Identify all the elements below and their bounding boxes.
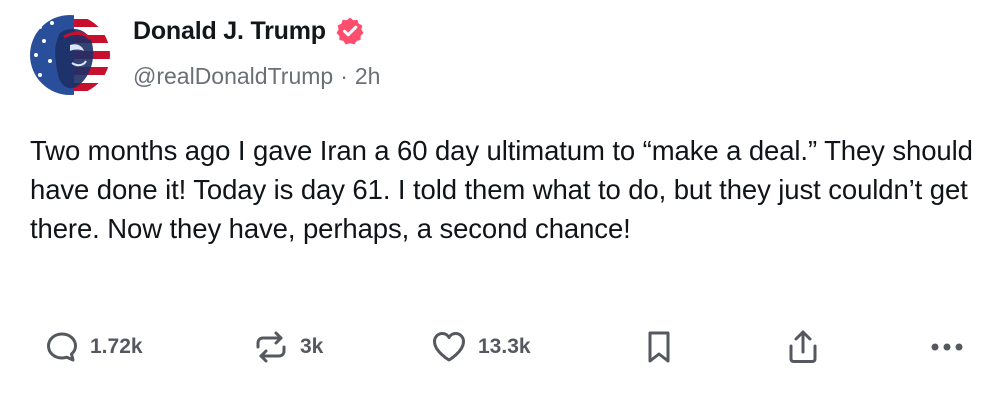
- handle-line: @realDonaldTrump · 2h: [133, 63, 380, 90]
- post-time[interactable]: 2h: [355, 63, 381, 89]
- heart-icon: [433, 332, 465, 362]
- verified-badge-icon: [335, 16, 365, 46]
- reply-bubble-icon: [47, 332, 77, 362]
- more-dots-icon: [931, 343, 963, 351]
- repost-count: 3k: [300, 335, 324, 358]
- bookmark-button[interactable]: [645, 322, 673, 372]
- avatar-image: [30, 15, 110, 95]
- like-button[interactable]: 13.3k: [430, 322, 531, 372]
- reply-button[interactable]: 1.72k: [44, 322, 143, 372]
- share-button[interactable]: [786, 322, 820, 372]
- repost-button[interactable]: 3k: [252, 322, 323, 372]
- bookmark-icon: [648, 331, 670, 363]
- separator-dot: ·: [340, 63, 348, 89]
- share-icon: [789, 330, 817, 363]
- author-handle[interactable]: @realDonaldTrump: [133, 63, 333, 89]
- more-options-button[interactable]: [928, 322, 968, 372]
- reply-count: 1.72k: [90, 335, 143, 358]
- avatar[interactable]: [30, 15, 110, 95]
- author-display-name[interactable]: Donald J. Trump: [133, 17, 326, 46]
- like-count: 13.3k: [478, 335, 531, 358]
- repost-icon: [256, 331, 286, 363]
- post-text: Two months ago I gave Iran a 60 day ulti…: [30, 135, 973, 244]
- post-card: Donald J. Trump @realDonaldTrump · 2h Two …: [0, 0, 1007, 400]
- author-name-row: Donald J. Trump: [133, 16, 365, 46]
- action-bar: 1.72k 3k 13.3k: [0, 322, 1007, 372]
